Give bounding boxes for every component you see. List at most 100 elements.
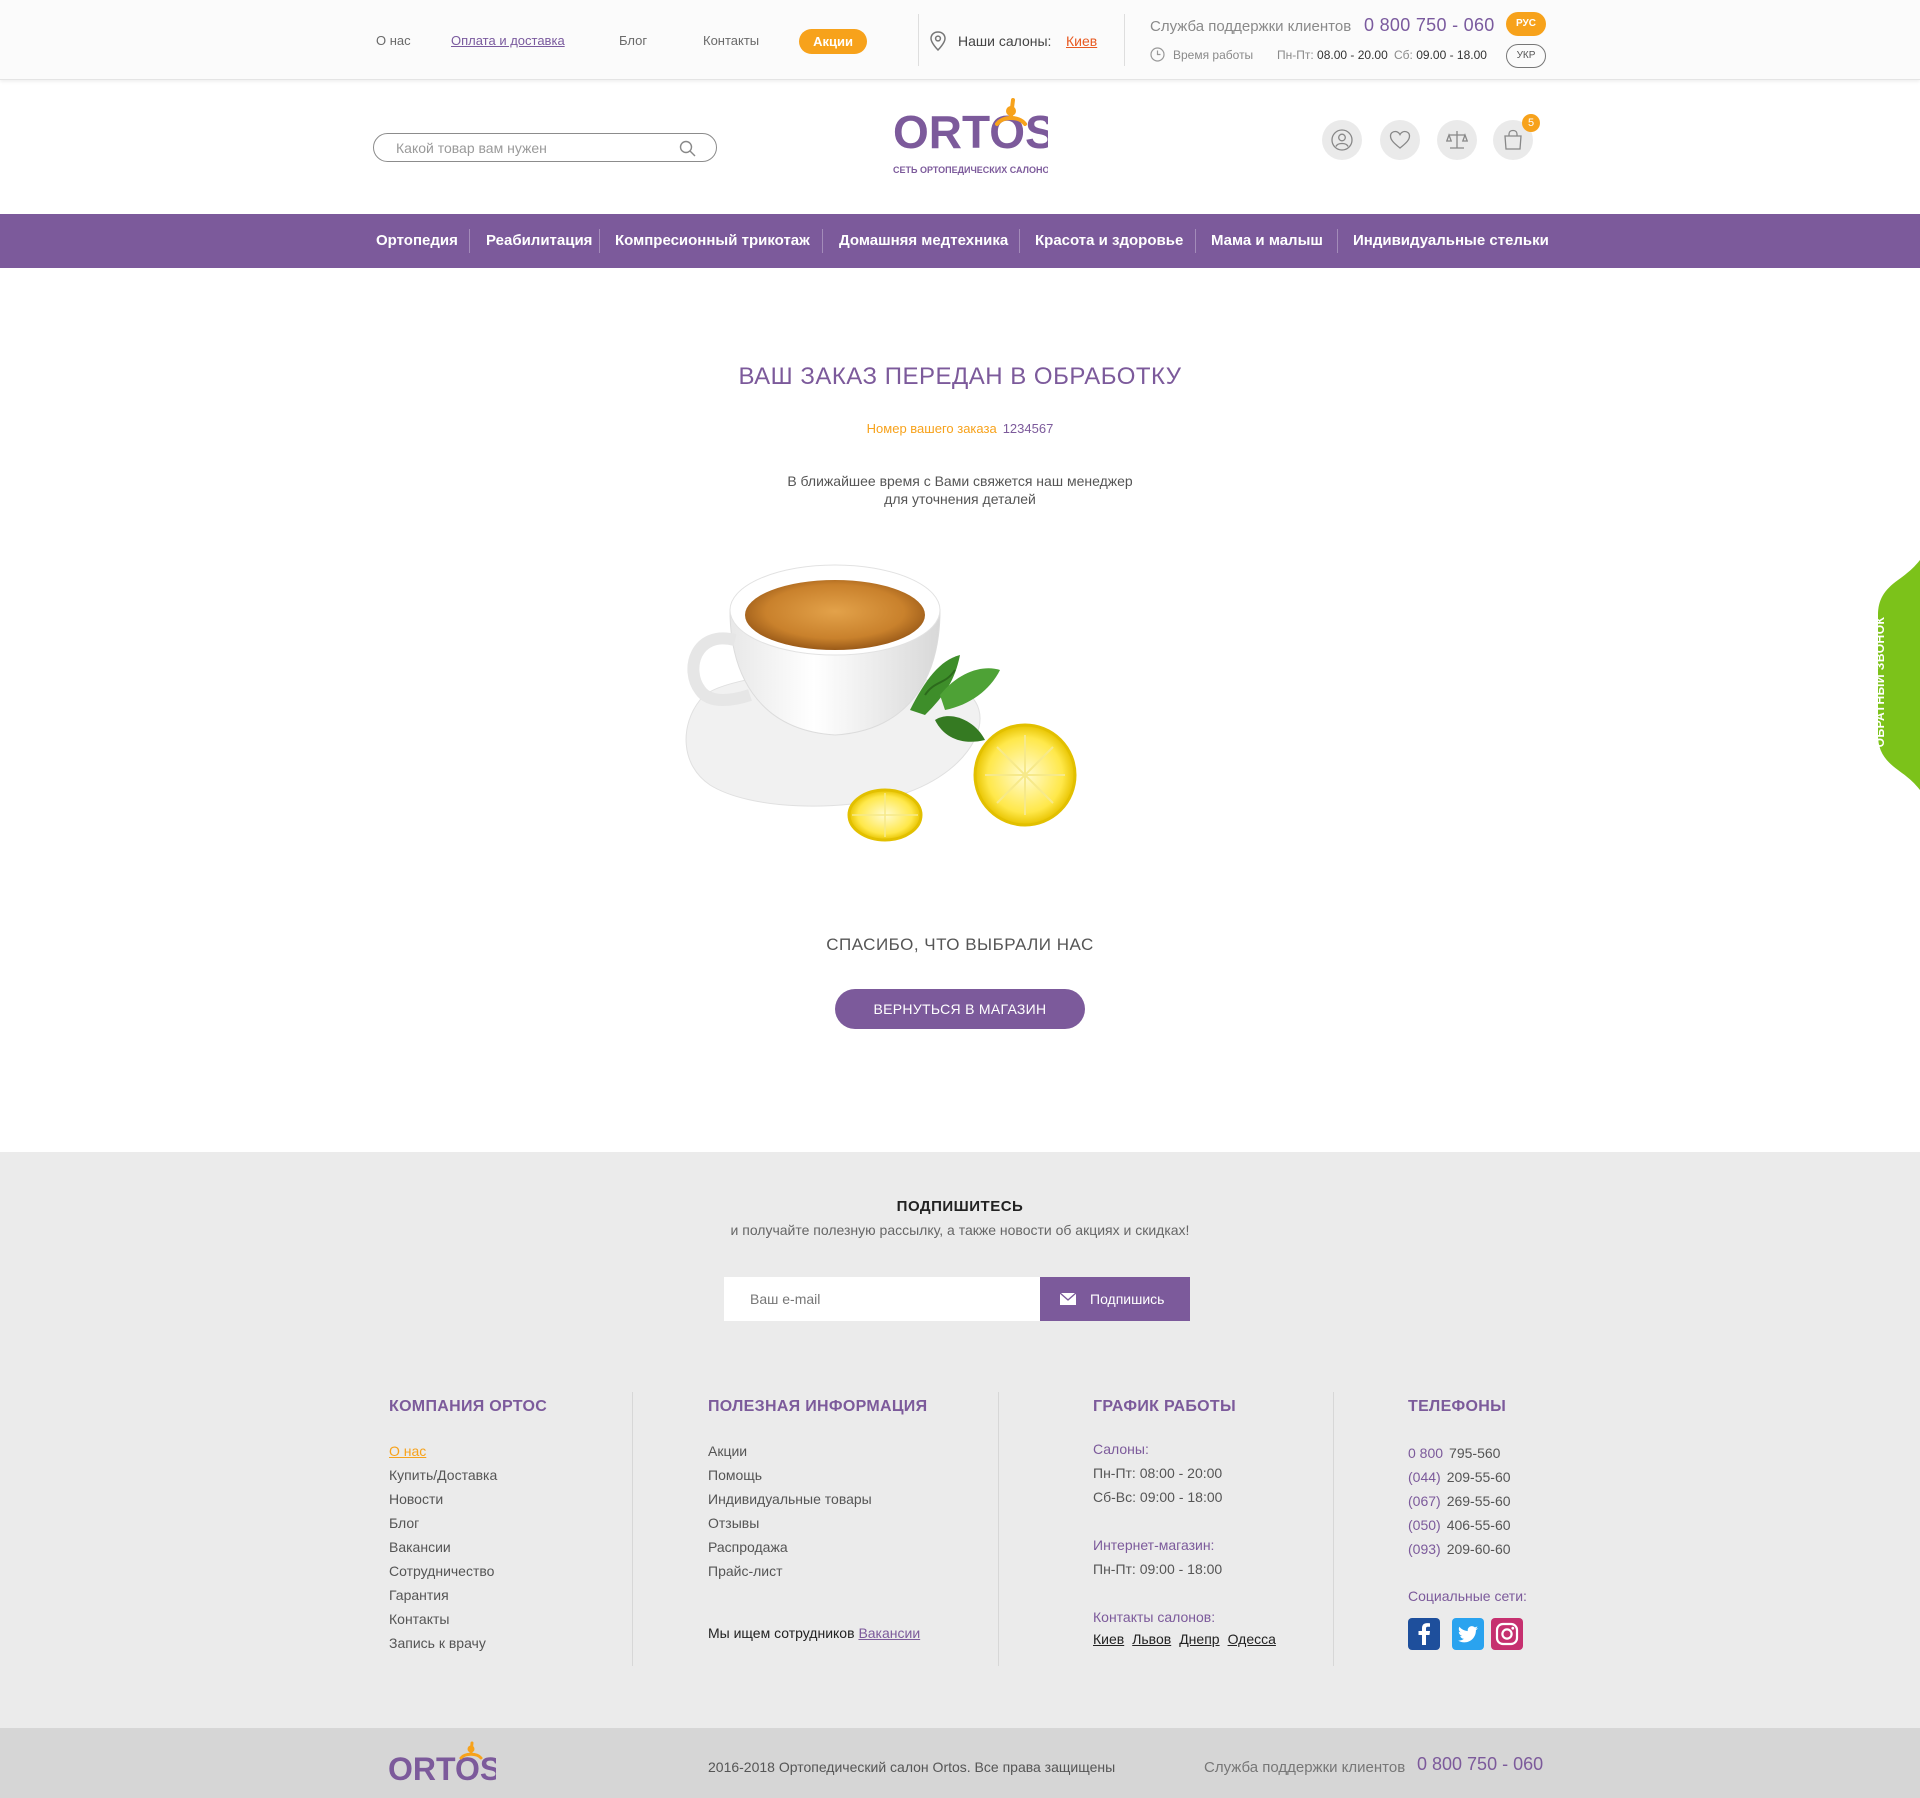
footer-phones-title: ТЕЛЕФОНЫ (1408, 1398, 1507, 1415)
schedule-shop-head: Интернет-магазин: (1093, 1537, 1215, 1553)
page-title: ВАШ ЗАКАЗ ПЕРЕДАН В ОБРАБОТКУ (738, 363, 1182, 390)
city-link[interactable]: Днепр (1179, 1631, 1219, 1647)
search-box (373, 133, 717, 162)
footer-link[interactable]: Запись к врачу (389, 1631, 497, 1655)
nav-divider (469, 229, 470, 253)
city-link[interactable]: Киев (1093, 1631, 1124, 1647)
footer-link[interactable]: О нас (389, 1439, 497, 1463)
footer-info-title: ПОЛЕЗНАЯ ИНФОРМАЦИЯ (708, 1398, 928, 1415)
footer-link[interactable]: Гарантия (389, 1583, 497, 1607)
footer-link[interactable]: Сотрудничество (389, 1559, 497, 1583)
nav-item-mother-baby[interactable]: Мама и малыш (1211, 232, 1323, 249)
divider (1124, 14, 1125, 66)
copyright: 2016-2018 Ортопедический салон Ortos. Вс… (708, 1759, 1116, 1775)
schedule-shop-hours: Пн-Пт: 09:00 - 18:00 (1093, 1561, 1223, 1577)
user-icon[interactable] (1322, 120, 1362, 160)
footer-logo[interactable]: ORTOS (388, 1740, 496, 1786)
tea-cup-illustration (685, 564, 1077, 842)
nav-divider (822, 229, 823, 253)
footer-divider (632, 1392, 633, 1666)
footer-link[interactable]: Прайс-лист (708, 1559, 872, 1583)
social-title: Социальные сети: (1408, 1588, 1527, 1604)
topbar-link-delivery[interactable]: Оплата и доставка (451, 33, 565, 48)
email-field[interactable] (724, 1277, 1040, 1321)
heart-icon[interactable] (1380, 120, 1420, 160)
phone-item[interactable]: 0 800 795-560 (1408, 1441, 1511, 1465)
topbar-link-blog[interactable]: Блог (619, 33, 647, 48)
subscribe-title: ПОДПИШИТЕСЬ (896, 1198, 1024, 1215)
footer (0, 1152, 1920, 1728)
bottom-support-label: Служба поддержки клиентов (1204, 1759, 1406, 1776)
jobs-text: Мы ищем сотрудников (708, 1625, 855, 1641)
callback-label[interactable]: ОБРАТНЫЙ ЗВОНОК (1873, 617, 1887, 748)
order-message-line: В ближайшее время с Вами свяжется наш ме… (787, 473, 1133, 489)
order-number: 1234567 (1002, 421, 1054, 436)
subscribe-text: и получайте полезную рассылку, а также н… (730, 1222, 1190, 1238)
nav-item-orthopedics[interactable]: Ортопедия (376, 232, 458, 249)
footer-schedule-title: ГРАФИК РАБОТЫ (1093, 1398, 1236, 1415)
return-to-shop-button[interactable]: ВЕРНУТЬСЯ В МАГАЗИН (835, 989, 1085, 1029)
nav-item-rehabilitation[interactable]: Реабилитация (486, 232, 592, 249)
footer-link[interactable]: Новости (389, 1487, 497, 1511)
subscribe-button[interactable]: Подпишись (1040, 1277, 1190, 1321)
salons-label: Наши салоны: (958, 33, 1052, 49)
nav-item-home-medtech[interactable]: Домашняя медтехника (839, 232, 1008, 249)
topbar-link-contacts[interactable]: Контакты (703, 33, 759, 48)
search-input[interactable] (396, 139, 676, 157)
svg-text:ORTOS: ORTOS (893, 106, 1048, 158)
nav-item-compression[interactable]: Компресионный трикотаж (615, 232, 810, 249)
schedule-salons-head: Салоны: (1093, 1441, 1149, 1457)
facebook-icon[interactable] (1408, 1618, 1440, 1650)
footer-link[interactable]: Отзывы (708, 1511, 872, 1535)
topbar-link-about[interactable]: О нас (376, 33, 411, 48)
clock-icon (1150, 47, 1165, 62)
location-pin-icon (930, 31, 946, 51)
nav-item-insoles[interactable]: Индивидуальные стельки (1353, 232, 1549, 249)
nav-item-beauty-health[interactable]: Красота и здоровье (1035, 232, 1183, 249)
thanks-message: СПАСИБО, ЧТО ВЫБРАЛИ НАС (826, 935, 1094, 954)
promo-button[interactable]: Акции (799, 29, 867, 54)
footer-link[interactable]: Акции (708, 1439, 872, 1463)
support-phone[interactable]: 0 800 750 - 060 (1364, 15, 1495, 36)
phone-item[interactable]: (050) 406-55-60 (1408, 1513, 1511, 1537)
hours-weekend: Сб: 09.00 - 18.00 (1394, 48, 1487, 62)
salon-city-links: Киев Львов Днепр Одесса (1093, 1631, 1284, 1647)
city-link[interactable]: Львов (1132, 1631, 1171, 1647)
logo[interactable]: ORTOS СЕТЬ ОРТОПЕДИЧЕСКИХ САЛОНОВ (893, 94, 1048, 180)
search-icon[interactable] (679, 140, 696, 157)
schedule-salons-weekdays: Пн-Пт: 08:00 - 20:00 (1093, 1465, 1223, 1481)
lang-ru-button[interactable]: РУС (1506, 12, 1546, 36)
city-link[interactable]: Одесса (1228, 1631, 1276, 1647)
footer-link[interactable]: Распродажа (708, 1535, 872, 1559)
salons-city-select[interactable]: Киев (1066, 33, 1097, 49)
nav-divider (1195, 229, 1196, 253)
bottom-support-phone[interactable]: 0 800 750 - 060 (1417, 1754, 1543, 1775)
footer-company-title: КОМПАНИЯ ОРТОС (389, 1398, 548, 1415)
phone-item[interactable]: (067) 269-55-60 (1408, 1489, 1511, 1513)
order-message: В ближайшее время с Вами свяжется наш ме… (0, 472, 1920, 508)
footer-link[interactable]: Индивидуальные товары (708, 1487, 872, 1511)
footer-info-list: Акции Помощь Индивидуальные товары Отзыв… (708, 1439, 872, 1583)
main-nav: Ортопедия Реабилитация Компресионный три… (0, 214, 1920, 268)
divider (918, 14, 919, 66)
jobs-link[interactable]: Вакансии (858, 1625, 920, 1641)
footer-link[interactable]: Помощь (708, 1463, 872, 1487)
instagram-icon[interactable] (1491, 1618, 1523, 1650)
lang-ua-button[interactable]: УКР (1506, 44, 1546, 68)
footer-divider (1333, 1392, 1334, 1666)
envelope-icon (1060, 1293, 1076, 1305)
footer-link[interactable]: Блог (389, 1511, 497, 1535)
footer-link[interactable]: Купить/Доставка (389, 1463, 497, 1487)
phone-item[interactable]: (044) 209-55-60 (1408, 1465, 1511, 1489)
twitter-icon[interactable] (1452, 1618, 1484, 1650)
phone-list: 0 800 795-560 (044) 209-55-60 (067) 269-55-… (1408, 1441, 1511, 1561)
schedule-salons-weekend: Сб-Вс: 09:00 - 18:00 (1093, 1489, 1223, 1505)
subscribe-button-label: Подпишись (1090, 1291, 1165, 1307)
footer-link[interactable]: Контакты (389, 1607, 497, 1631)
phone-item[interactable]: (093) 209-60-60 (1408, 1537, 1511, 1561)
order-number-label: Номер вашего заказа (866, 421, 997, 436)
jobs-line: Мы ищем сотрудников Вакансии (708, 1625, 920, 1641)
compare-icon[interactable] (1437, 120, 1477, 160)
support-label: Служба поддержки клиентов (1150, 18, 1352, 35)
footer-link[interactable]: Вакансии (389, 1535, 497, 1559)
